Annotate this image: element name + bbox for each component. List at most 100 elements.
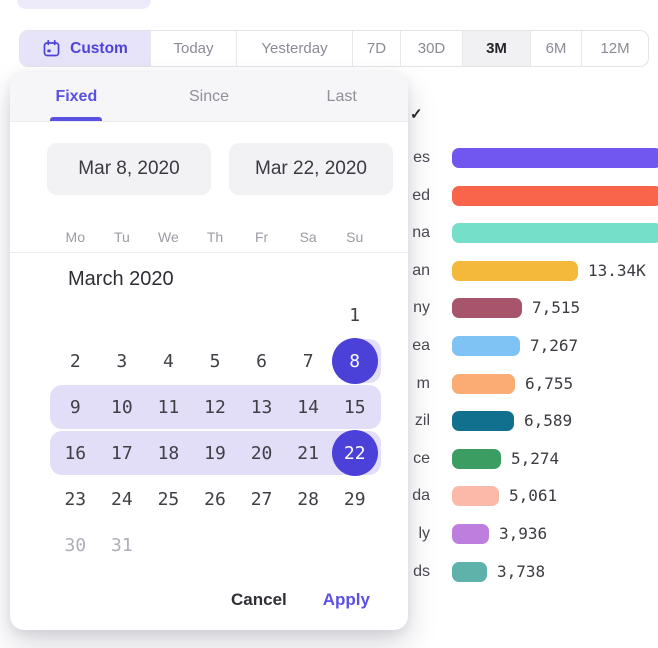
day-number: 19 <box>204 443 226 464</box>
day-number: 23 <box>64 489 86 510</box>
chart-bar <box>452 298 522 318</box>
day-number: 28 <box>297 489 319 510</box>
day-number: 18 <box>158 443 180 464</box>
day-number: 17 <box>111 443 133 464</box>
chart-bar <box>452 524 489 544</box>
day-number: 11 <box>158 397 180 418</box>
calendar-empty-cell <box>145 523 192 567</box>
weekday-label: Su <box>331 224 378 250</box>
tab-label: Since <box>189 88 229 106</box>
calendar-empty-cell <box>52 293 99 337</box>
calendar-day-1[interactable]: 1 <box>331 293 378 337</box>
calendar-day-5[interactable]: 5 <box>192 339 239 383</box>
calendar-day-22[interactable]: 22 <box>331 431 378 475</box>
apply-button[interactable]: Apply <box>323 586 370 614</box>
calendar-day-7[interactable]: 7 <box>285 339 332 383</box>
calendar-day-27[interactable]: 27 <box>238 477 285 521</box>
calendar-day-16[interactable]: 16 <box>52 431 99 475</box>
calendar-day-21[interactable]: 21 <box>285 431 332 475</box>
calendar-day-25[interactable]: 25 <box>145 477 192 521</box>
calendar-day-4[interactable]: 4 <box>145 339 192 383</box>
tab-since[interactable]: Since <box>143 72 276 121</box>
chart-bar <box>452 186 658 206</box>
tab-last[interactable]: Last <box>275 72 408 121</box>
day-number: 2 <box>70 351 81 372</box>
calendar-day-8[interactable]: 8 <box>331 339 378 383</box>
day-number: 31 <box>111 535 133 556</box>
calendar-day-2[interactable]: 2 <box>52 339 99 383</box>
calendar-day-20[interactable]: 20 <box>238 431 285 475</box>
day-number: 5 <box>210 351 221 372</box>
calendar-day-10[interactable]: 10 <box>99 385 146 429</box>
calendar-empty-cell <box>192 293 239 337</box>
screen: Custom Today Yesterday 7D 30D 3M 6M 12M … <box>0 0 658 648</box>
day-number: 21 <box>297 443 319 464</box>
calendar-week-row: 1 <box>52 293 378 337</box>
start-date-input[interactable]: Mar 8, 2020 <box>47 143 211 195</box>
day-number: 20 <box>251 443 273 464</box>
calendar-day-19[interactable]: 19 <box>192 431 239 475</box>
calendar-week-row: 234 567 8 <box>52 339 378 383</box>
chart-bar <box>452 562 487 582</box>
chart-bar-value: 6,755 <box>525 374 573 394</box>
day-number: 4 <box>163 351 174 372</box>
month-title: March 2020 <box>68 264 174 294</box>
start-date-value: Mar 8, 2020 <box>78 158 179 180</box>
day-number: 22 <box>344 443 366 464</box>
calendar-empty-cell <box>285 293 332 337</box>
weekday-label: We <box>145 224 192 250</box>
calendar-day-3[interactable]: 3 <box>99 339 146 383</box>
calendar-empty-cell <box>331 523 378 567</box>
calendar-empty-cell <box>238 293 285 337</box>
chart-bar-value: 6,589 <box>524 411 572 431</box>
day-number: 12 <box>204 397 226 418</box>
calendar-day-23[interactable]: 23 <box>52 477 99 521</box>
chart-bar-value: 7,515 <box>532 298 580 318</box>
end-date-value: Mar 22, 2020 <box>255 158 367 180</box>
weekday-header: MoTuWeThFrSaSu <box>52 224 378 250</box>
day-number: 14 <box>297 397 319 418</box>
calendar-week-row: 16 17 18 19 20 21 22 <box>52 431 378 475</box>
chart-bar-value: 3,738 <box>497 562 545 582</box>
calendar-day-24[interactable]: 24 <box>99 477 146 521</box>
date-picker-popup: Fixed Since Last Mar 8, 2020 Mar 22, 202… <box>10 72 408 630</box>
calendar-day-17[interactable]: 17 <box>99 431 146 475</box>
weekday-label: Tu <box>99 224 146 250</box>
calendar-day-30[interactable]: 30 <box>52 523 99 567</box>
end-date-input[interactable]: Mar 22, 2020 <box>229 143 393 195</box>
calendar-day-12[interactable]: 12 <box>192 385 239 429</box>
tab-label: Fixed <box>55 88 97 106</box>
cancel-button[interactable]: Cancel <box>231 586 287 614</box>
day-number: 1 <box>349 305 360 326</box>
calendar-day-14[interactable]: 14 <box>285 385 332 429</box>
day-number: 15 <box>344 397 366 418</box>
calendar-day-9[interactable]: 9 <box>52 385 99 429</box>
calendar-day-26[interactable]: 26 <box>192 477 239 521</box>
weekday-label: Fr <box>238 224 285 250</box>
calendar-empty-cell <box>285 523 332 567</box>
calendar-week-row: 30 31 <box>52 523 378 567</box>
calendar-day-6[interactable]: 6 <box>238 339 285 383</box>
day-number: 16 <box>64 443 86 464</box>
calendar-day-15[interactable]: 15 <box>331 385 378 429</box>
day-number: 8 <box>349 351 360 372</box>
calendar-empty-cell <box>238 523 285 567</box>
day-number: 7 <box>303 351 314 372</box>
calendar-day-31[interactable]: 31 <box>99 523 146 567</box>
day-number: 10 <box>111 397 133 418</box>
calendar-day-28[interactable]: 28 <box>285 477 332 521</box>
calendar-week-row: 23 242526 27 28 29 <box>52 477 378 521</box>
tab-fixed[interactable]: Fixed <box>10 72 143 121</box>
calendar-day-29[interactable]: 29 <box>331 477 378 521</box>
calendar-day-13[interactable]: 13 <box>238 385 285 429</box>
chart-bar <box>452 336 520 356</box>
chart-bar <box>452 411 514 431</box>
chart-bar-value: 3,936 <box>499 524 547 544</box>
chart-bar-value: 5,061 <box>509 486 557 506</box>
header-divider <box>10 252 408 253</box>
calendar-grid: 1234567891011121314151617181920212223242… <box>52 293 378 569</box>
calendar-week-row: 9 10 11 12 13 14 15 <box>52 385 378 429</box>
day-number: 27 <box>251 489 273 510</box>
calendar-day-11[interactable]: 11 <box>145 385 192 429</box>
calendar-day-18[interactable]: 18 <box>145 431 192 475</box>
